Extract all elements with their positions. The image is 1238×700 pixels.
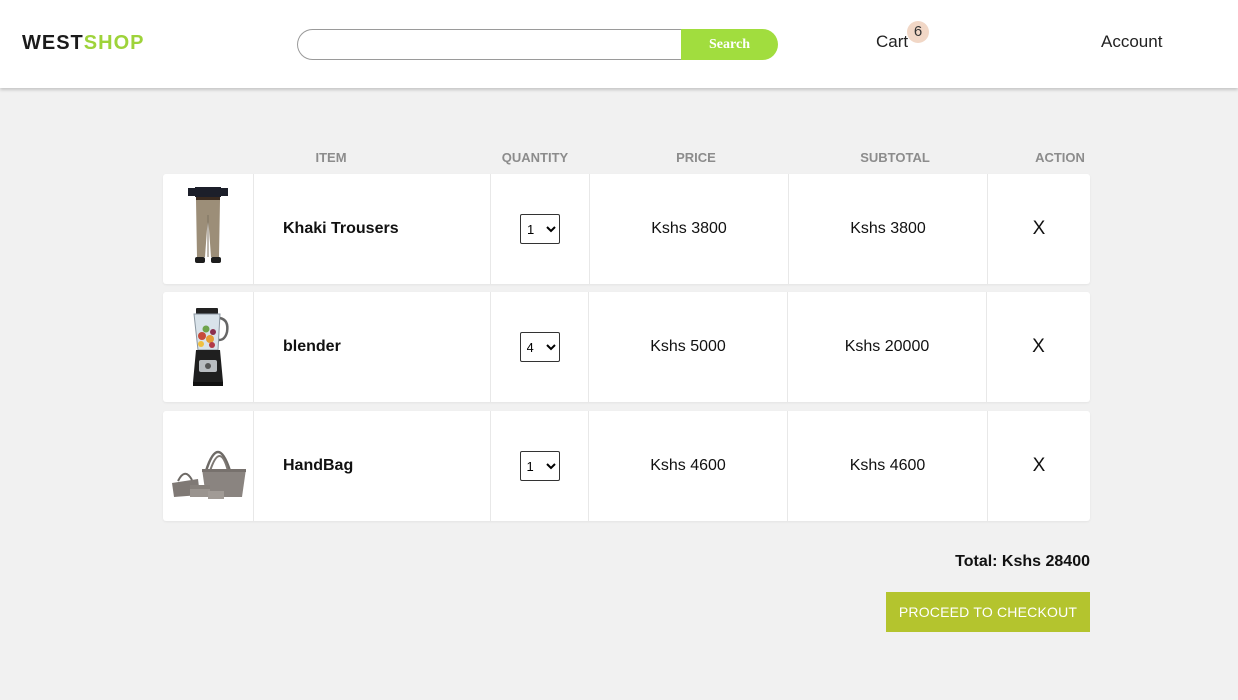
cart-row: Khaki Trousers 12345 Kshs 3800 Kshs 3800… [163, 174, 1090, 284]
product-image-cell [163, 174, 254, 284]
site-logo[interactable]: WESTSHOP [22, 32, 144, 55]
logo-west-text: WEST [22, 32, 84, 54]
product-image-cell [163, 292, 254, 402]
subtotal-cell: Kshs 3800 [789, 174, 988, 284]
proceed-to-checkout-button[interactable]: PROCEED TO CHECKOUT [886, 592, 1090, 632]
product-name-cell: blender [254, 292, 491, 402]
product-name[interactable]: HandBag [283, 457, 353, 475]
column-header-subtotal: SUBTOTAL [860, 150, 930, 165]
cart-row: blender 12345 Kshs 5000 Kshs 20000 X [163, 292, 1090, 402]
price-value: Kshs 3800 [651, 220, 727, 237]
price-value: Kshs 4600 [650, 457, 726, 474]
subtotal-value: Kshs 4600 [849, 457, 926, 474]
subtotal-value: Kshs 20000 [844, 338, 930, 355]
blender-image[interactable] [185, 306, 231, 388]
subtotal-cell: Kshs 4600 [788, 411, 988, 521]
khaki-trousers-image[interactable] [183, 187, 233, 271]
cart-link[interactable]: Cart [876, 32, 908, 52]
quantity-select[interactable]: 12345 [520, 214, 560, 244]
search-input[interactable] [297, 29, 682, 60]
product-image-cell [163, 411, 254, 521]
search-bar: Search [297, 29, 778, 60]
column-header-item: ITEM [315, 150, 347, 165]
top-navbar: WESTSHOP Search Cart 6 Account [0, 0, 1238, 88]
column-header-quantity: QUANTITY [501, 150, 569, 165]
subtotal-cell: Kshs 20000 [788, 292, 987, 402]
quantity-cell: 12345 [491, 292, 589, 402]
action-cell: X [987, 292, 1090, 402]
cart-row: HandBag 12345 Kshs 4600 Kshs 4600 X [163, 411, 1090, 521]
action-cell: X [988, 411, 1090, 521]
account-link[interactable]: Account [1101, 32, 1162, 52]
price-cell: Kshs 5000 [589, 292, 788, 402]
remove-item-button[interactable]: X [1033, 455, 1046, 477]
cart-count-badge: 6 [907, 21, 929, 43]
handbag-image[interactable] [168, 431, 248, 501]
quantity-select[interactable]: 12345 [519, 451, 560, 481]
product-name[interactable]: Khaki Trousers [283, 220, 399, 238]
action-cell: X [988, 174, 1090, 284]
price-value: Kshs 5000 [650, 338, 726, 355]
quantity-cell: 12345 [491, 411, 589, 521]
price-cell: Kshs 4600 [589, 411, 788, 521]
quantity-cell: 12345 [491, 174, 590, 284]
product-name-cell: HandBag [254, 411, 491, 521]
column-header-action: ACTION [1035, 150, 1085, 165]
search-button[interactable]: Search [681, 29, 778, 60]
cart-total: Total: Kshs 28400 [955, 553, 1090, 570]
logo-shop-text: SHOP [83, 32, 145, 54]
price-cell: Kshs 3800 [590, 174, 789, 284]
subtotal-value: Kshs 3800 [850, 220, 926, 237]
quantity-select[interactable]: 12345 [519, 332, 560, 362]
product-name-cell: Khaki Trousers [254, 174, 491, 284]
remove-item-button[interactable]: X [1033, 218, 1046, 240]
remove-item-button[interactable]: X [1032, 336, 1045, 358]
product-name[interactable]: blender [283, 338, 341, 356]
column-header-price: PRICE [676, 150, 716, 165]
